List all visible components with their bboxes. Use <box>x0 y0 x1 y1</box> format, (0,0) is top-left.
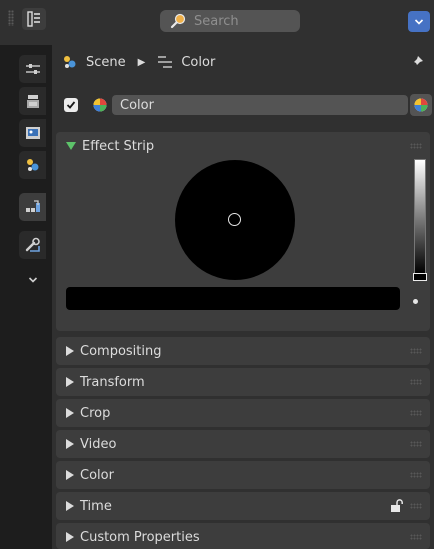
check-icon <box>66 101 76 109</box>
value-slider-handle[interactable] <box>413 273 427 281</box>
eyedropper-dot-icon[interactable] <box>413 299 418 304</box>
panel-crop[interactable]: Crop <box>56 399 430 427</box>
tab-render[interactable] <box>19 87 46 115</box>
drag-handle-icon[interactable] <box>410 143 422 149</box>
pin-button[interactable] <box>408 53 426 71</box>
panel-custom-properties[interactable]: Custom Properties <box>56 523 430 549</box>
strip-name-field[interactable]: Color <box>112 95 408 115</box>
unlock-icon[interactable] <box>390 499 404 513</box>
collapsed-triangle-icon <box>66 408 74 418</box>
expanded-triangle-icon <box>66 142 76 150</box>
render-icon <box>26 95 39 108</box>
properties-header: Search <box>0 0 434 45</box>
properties-tab-column <box>0 45 52 549</box>
panel-effect-strip: Effect Strip <box>56 132 430 331</box>
scene-icon <box>64 56 76 68</box>
search-icon <box>170 13 186 29</box>
panel-transform[interactable]: Transform <box>56 368 430 396</box>
pin-icon <box>411 56 423 68</box>
collapsed-triangle-icon <box>66 501 74 511</box>
panel-title: Transform <box>80 374 145 390</box>
panel-title: Video <box>80 436 117 452</box>
panel-title: Crop <box>80 405 111 421</box>
tabs-more-button[interactable] <box>19 270 46 290</box>
options-dropdown-button[interactable] <box>408 11 430 32</box>
panel-title: Color <box>80 467 114 483</box>
tool-settings-icon <box>25 64 40 74</box>
drag-handle-icon[interactable] <box>410 534 422 540</box>
output-icon <box>25 127 40 139</box>
tab-strip[interactable] <box>19 193 46 221</box>
scene-icon <box>26 159 38 171</box>
collapsed-triangle-icon <box>66 439 74 449</box>
strip-enabled-checkbox[interactable] <box>64 98 78 112</box>
drag-handle-icon[interactable] <box>410 441 422 447</box>
panel-time[interactable]: Time <box>56 492 430 520</box>
panel-title: Effect Strip <box>82 138 155 154</box>
color-strip-icon <box>414 98 428 112</box>
panel-title: Time <box>80 498 112 514</box>
color-swatch[interactable] <box>66 287 400 310</box>
color-strip-icon <box>93 98 107 112</box>
panel-color[interactable]: Color <box>56 461 430 489</box>
chevron-down-icon <box>28 277 37 283</box>
properties-editor-icon <box>27 11 40 27</box>
strip-icon <box>25 200 40 212</box>
editor-type-button[interactable] <box>22 8 46 30</box>
breadcrumb-strip: Color <box>181 54 216 70</box>
color-wheel-cursor[interactable] <box>228 213 241 226</box>
breadcrumb-scene: Scene <box>86 54 126 70</box>
breadcrumb: Scene ▶ Color <box>62 51 215 73</box>
strip-name-row: Color <box>64 94 432 116</box>
panel-title: Custom Properties <box>80 529 200 545</box>
header-grip[interactable] <box>8 10 14 26</box>
panel-video[interactable]: Video <box>56 430 430 458</box>
tab-output[interactable] <box>19 119 46 147</box>
panel-compositing[interactable]: Compositing <box>56 337 430 365</box>
drag-handle-icon[interactable] <box>410 379 422 385</box>
collapsed-triangle-icon <box>66 346 74 356</box>
wrench-icon <box>25 237 40 252</box>
drag-handle-icon[interactable] <box>410 348 422 354</box>
drag-handle-icon[interactable] <box>410 410 422 416</box>
value-slider[interactable] <box>414 159 426 274</box>
collapsed-triangle-icon <box>66 532 74 542</box>
strip-settings-icon <box>158 56 173 68</box>
drag-handle-icon[interactable] <box>410 503 422 509</box>
chevron-down-icon <box>414 18 424 25</box>
color-wheel[interactable] <box>175 160 295 280</box>
breadcrumb-separator-icon: ▶ <box>137 56 146 68</box>
collapsed-triangle-icon <box>66 377 74 387</box>
drag-handle-icon[interactable] <box>410 472 422 478</box>
tab-scene[interactable] <box>19 151 46 179</box>
effect-color-picker <box>56 159 430 328</box>
strip-color-tag-button[interactable] <box>410 94 432 116</box>
tab-tool[interactable] <box>19 55 46 83</box>
search-placeholder: Search <box>194 13 239 29</box>
tab-modifiers[interactable] <box>19 231 46 259</box>
panel-title: Compositing <box>80 343 162 359</box>
search-field[interactable]: Search <box>160 10 300 32</box>
properties-main: Scene ▶ Color Color Effect Strip Composi… <box>52 45 434 549</box>
collapsed-triangle-icon <box>66 470 74 480</box>
panel-effect-strip-header[interactable]: Effect Strip <box>56 132 430 160</box>
